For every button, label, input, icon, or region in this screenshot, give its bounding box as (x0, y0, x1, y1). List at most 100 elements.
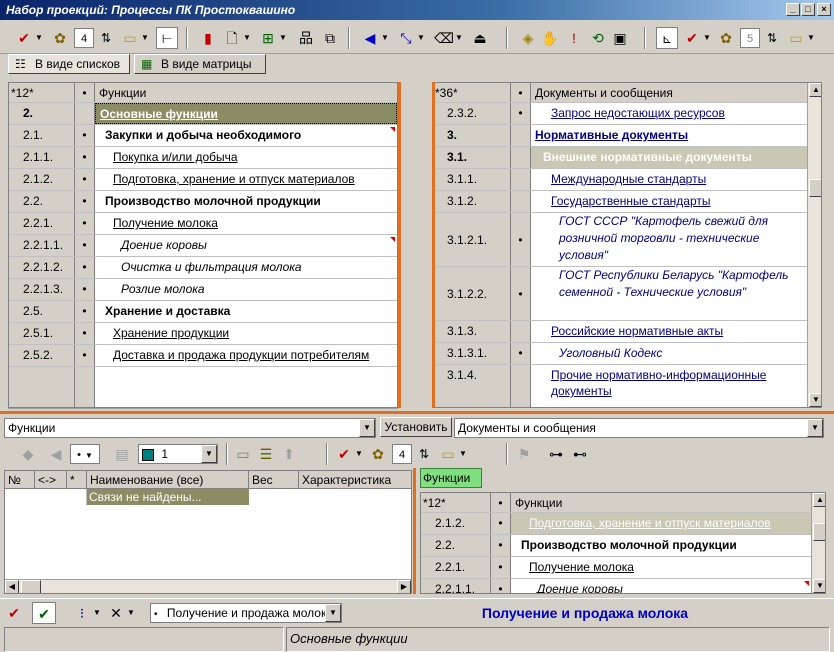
chevron-down-icon[interactable]: ▼ (92, 602, 102, 624)
tree-collapse-icon[interactable]: ⊷ (570, 443, 590, 465)
scroll-down-button[interactable]: ▼ (809, 393, 821, 407)
chevron-down-icon[interactable]: ▼ (454, 27, 464, 49)
chevron-down-icon[interactable]: ▼ (140, 27, 150, 49)
table-row[interactable]: * 3.1.3.1. • Уголовный Кодекс (433, 343, 807, 365)
table-row[interactable]: * 2.1.2. • Подготовка, хранение и отпуск… (9, 169, 397, 191)
table-row[interactable]: 3. Нормативные документы (433, 125, 807, 147)
filter-icon[interactable]: ⚑ (514, 443, 534, 465)
table-row[interactable]: * 2.1. • Закупки и добыча необходимого (9, 125, 397, 147)
arrow-up-icon[interactable]: ⬆ (280, 443, 298, 465)
scroll-up-button[interactable]: ▲ (813, 493, 825, 507)
table-row[interactable]: * 2.2.1. • Получение молока (9, 213, 397, 235)
chevron-down-icon[interactable]: ▼ (806, 27, 816, 49)
document-icon[interactable]: ▤ (112, 443, 132, 465)
tree-expand-icon[interactable]: ⊶ (546, 443, 566, 465)
right-projection-combo[interactable]: Документы и сообщения ▼ (454, 418, 824, 438)
table-row[interactable]: 2.2.1. • Получение молока (421, 557, 811, 579)
table-row[interactable]: * 3.1.3. Российские нормативные акты (433, 321, 807, 343)
table-row[interactable]: 2.2. • Производство молочной продукции (421, 535, 811, 557)
save-icon[interactable]: ▣ (610, 27, 630, 49)
copy-icon[interactable]: ⧉ (320, 27, 340, 49)
horizontal-splitter[interactable] (0, 411, 834, 414)
horizontal-scrollbar[interactable]: ◀ ▶ (5, 579, 411, 593)
table-row[interactable]: * 2.2. • Производство молочной продукции (9, 191, 397, 213)
card-icon[interactable]: ▭ (234, 443, 252, 465)
check-all-icon[interactable]: ✔ (32, 602, 56, 624)
book-icon[interactable]: ▮ (198, 27, 218, 49)
eraser-icon[interactable]: ⌫ (434, 27, 454, 49)
table-row[interactable]: * 3.1.1. Международные стандарты (433, 169, 807, 191)
scroll-left-button[interactable]: ◀ (5, 580, 19, 593)
tree-icon[interactable]: ⊞ (258, 27, 278, 49)
refresh-icon[interactable]: ⟲ (588, 27, 608, 49)
chevron-down-icon[interactable]: ▼ (416, 27, 426, 49)
chevron-down-icon[interactable]: ▼ (242, 27, 252, 49)
table-row[interactable]: * 2.5. • Хранение и доставка (9, 301, 397, 323)
table-row[interactable]: * 2.2.1.1. • Доение коровы (9, 235, 397, 257)
delete-icon[interactable]: ✕ (106, 602, 126, 624)
list-edit-icon[interactable]: ☰ (256, 443, 276, 465)
scroll-thumb[interactable] (813, 523, 825, 541)
chevron-down-icon[interactable]: ▼ (359, 419, 375, 437)
table-row[interactable]: * 3.1. Внешние нормативные документы (433, 147, 807, 169)
table-row[interactable]: * 2.5.1. • Хранение продукции (9, 323, 397, 345)
chevron-down-icon[interactable]: ▼ (278, 27, 288, 49)
check-icon[interactable]: ✔ (14, 27, 34, 49)
links-spin-input[interactable]: 4 (392, 444, 412, 464)
table-row[interactable]: * 2. Основные функции (9, 103, 397, 125)
level-spin-input-2[interactable]: 5 (740, 28, 760, 48)
close-button[interactable]: × (817, 3, 831, 16)
scroll-down-button[interactable]: ▼ (813, 579, 825, 593)
hand-icon[interactable]: ✋ (540, 27, 560, 49)
stamp-icon[interactable]: ⏏ (470, 27, 490, 49)
table-row[interactable]: * 2.2.1.3. • Розлие молока (9, 279, 397, 301)
table-row[interactable]: 2.2.1.1. • Доение коровы (421, 579, 811, 593)
chevron-down-icon[interactable]: ▼ (325, 604, 341, 622)
table-row[interactable]: 2.3.2. • Запрос недостающих ресурсов (433, 103, 807, 125)
table-row[interactable]: * 3.1.2.1. • ГОСТ СССР "Картофель свежий… (433, 213, 807, 267)
sort-icon[interactable]: ⇅ (414, 443, 434, 465)
vertical-scrollbar[interactable]: ▲ ▼ (807, 83, 821, 407)
arrow-left-icon[interactable]: ◀ (48, 443, 64, 465)
scroll-thumb[interactable] (809, 179, 821, 197)
chart-icon[interactable]: ⊾ (656, 27, 678, 49)
chevron-down-icon[interactable]: ▼ (380, 27, 390, 49)
maximize-button[interactable]: □ (801, 3, 815, 16)
chevron-down-icon[interactable]: ▼ (354, 443, 364, 465)
palette-icon[interactable]: ✿ (368, 443, 388, 465)
color-combo[interactable]: 1 ▼ (138, 444, 218, 464)
splitter[interactable] (432, 82, 435, 408)
exclamation-icon[interactable]: ! (564, 27, 584, 49)
arrow-left-icon[interactable]: ◀ (360, 27, 380, 49)
chevron-down-icon[interactable]: ▼ (126, 602, 136, 624)
palette-icon[interactable]: ✿ (50, 27, 70, 49)
chevron-down-icon[interactable]: ▼ (201, 445, 217, 463)
table-row[interactable]: * 2.5.2. • Доставка и продажа продукции … (9, 345, 397, 367)
tab-functions[interactable]: Функции (420, 468, 482, 488)
chevron-down-icon[interactable]: ▼ (702, 27, 712, 49)
scroll-up-button[interactable]: ▲ (809, 83, 821, 97)
table-row[interactable]: * 3.1.4. Прочие нормативно-информационны… (433, 365, 807, 407)
chevron-down-icon[interactable]: ▼ (458, 443, 468, 465)
diagram-icon[interactable]: ⊢ (156, 27, 178, 49)
sort-icon[interactable]: ⇅ (96, 27, 116, 49)
tab-list-view[interactable]: ☷ В виде списков (8, 54, 130, 74)
level-spin-input[interactable]: 4 (74, 28, 94, 48)
folder-icon[interactable]: ▭ (438, 443, 458, 465)
chevron-down-icon[interactable]: ▼ (34, 27, 44, 49)
table-row[interactable]: * 3.1.2. Государственные стандарты (433, 191, 807, 213)
selected-item-combo[interactable]: • Получение и продажа молок: ▼ (150, 603, 342, 623)
vertical-scrollbar[interactable]: ▲ ▼ (811, 493, 825, 593)
diamond-icon[interactable]: ◆ (18, 443, 38, 465)
palette-icon[interactable]: ✿ (716, 27, 736, 49)
folder-icon[interactable]: ▭ (786, 27, 806, 49)
check-icon[interactable]: ✔ (334, 443, 354, 465)
preview-icon[interactable]: 🗋 (222, 27, 242, 49)
left-projection-combo[interactable]: Функции ▼ (4, 418, 376, 438)
table-row[interactable]: * 2.1.1. • Покупка и/или добыча (9, 147, 397, 169)
bullet-list-icon[interactable]: ⁝ (72, 602, 92, 624)
splitter[interactable] (413, 468, 416, 594)
table-row[interactable]: 2.1.2. • Подготовка, хранение и отпуск м… (421, 513, 811, 535)
hierarchy-icon[interactable]: 品 (296, 27, 316, 49)
folder-icon[interactable]: ▭ (120, 27, 140, 49)
